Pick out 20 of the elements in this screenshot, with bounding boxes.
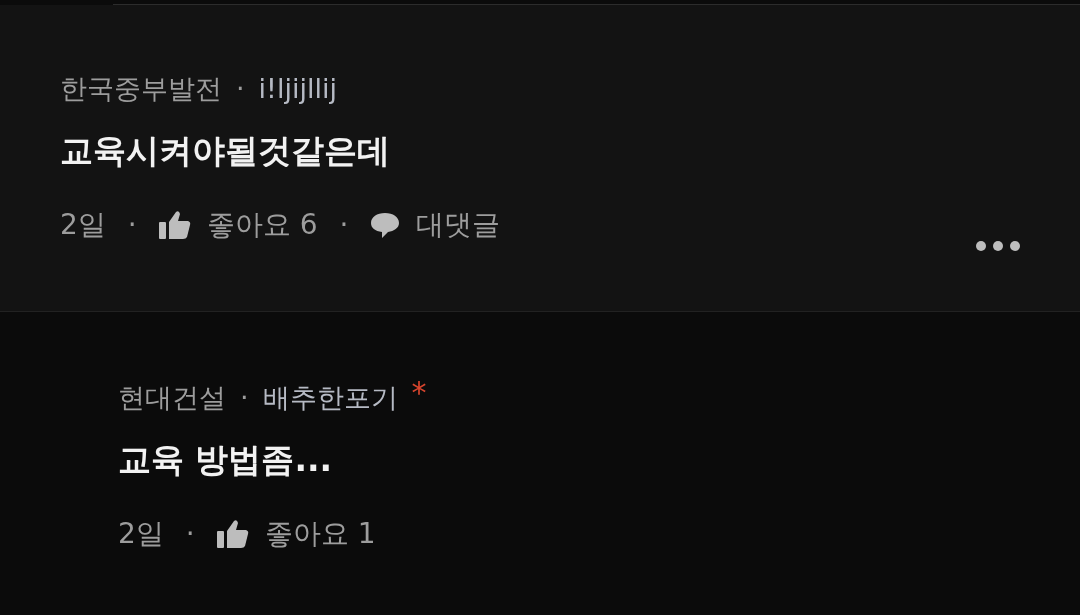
like-count[interactable]: 좋아요 6 [206, 205, 318, 245]
speech-bubble-icon[interactable] [370, 210, 401, 240]
like-count[interactable]: 좋아요 1 [264, 514, 376, 554]
separator-dot: · [185, 516, 195, 552]
comment-text: 교육시켜야될것같은데 [60, 130, 391, 172]
time-ago: 2일 [118, 516, 164, 552]
new-mark: * [411, 378, 427, 408]
separator-dot: · [339, 207, 349, 243]
reply-link[interactable]: 대댓글 [416, 205, 501, 245]
comment-text: 교육 방법좀... [118, 439, 334, 481]
thumbs-up-icon[interactable] [158, 210, 191, 240]
separator-dot: · [240, 381, 249, 415]
time-ago: 2일 [60, 207, 106, 243]
separator-dot: · [236, 72, 245, 106]
separator-dot: · [127, 207, 137, 243]
thumbs-up-icon[interactable] [216, 519, 249, 549]
username-link[interactable]: i!ljijllij [258, 69, 337, 109]
username-link[interactable]: 배추한포기 [262, 378, 398, 418]
company-name: 한국중부발전 [60, 72, 222, 106]
company-name: 현대건설 [118, 381, 226, 415]
